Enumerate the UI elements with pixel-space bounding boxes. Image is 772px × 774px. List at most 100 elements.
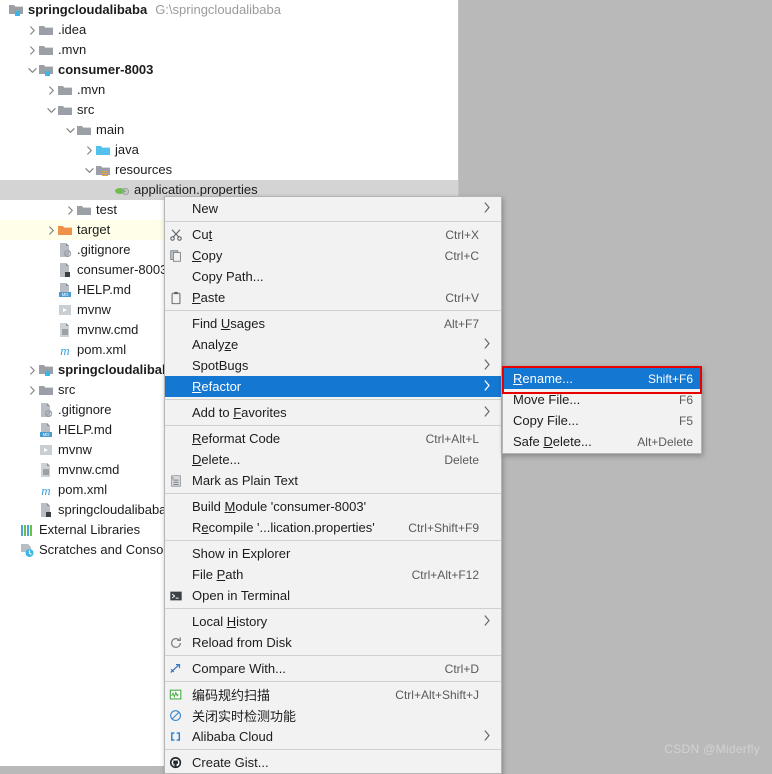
menu-item[interactable]: Recompile '...lication.properties' Ctrl+S… <box>165 517 501 538</box>
menu-item[interactable]: Paste Ctrl+V <box>165 287 501 308</box>
tree-expand-arrow[interactable] <box>46 100 57 120</box>
menu-item[interactable]: Reload from Disk <box>165 632 501 653</box>
chevron-right-icon <box>479 614 495 629</box>
menu-item[interactable]: Alibaba Cloud <box>165 726 501 747</box>
properties-file-icon <box>114 182 130 198</box>
menu-item[interactable]: New <box>165 198 501 219</box>
tree-expand-arrow[interactable] <box>27 360 38 380</box>
menu-item[interactable]: Refactor <box>165 376 501 397</box>
submenu-item[interactable]: Rename... Shift+F6 <box>503 368 701 389</box>
menu-item-label: New <box>192 201 219 216</box>
submenu-item[interactable]: Copy File... F5 <box>503 410 701 431</box>
tree-item[interactable]: resources <box>0 160 458 180</box>
tree-expand-arrow[interactable] <box>27 380 38 400</box>
no-icon <box>165 313 187 334</box>
tree-expand-arrow[interactable] <box>84 140 95 160</box>
tree-root-row[interactable]: springcloudalibaba G:\springcloudalibaba <box>0 0 458 20</box>
menu-item[interactable]: Find Usages Alt+F7 <box>165 313 501 334</box>
menu-item-shortcut: Alt+F7 <box>443 316 479 331</box>
tree-arrow-spacer <box>8 540 19 560</box>
tree-item-label: HELP.md <box>58 422 112 437</box>
tree-item[interactable]: src <box>0 100 458 120</box>
menu-item[interactable]: SpotBugs <box>165 355 501 376</box>
tree-item-label: resources <box>115 162 173 177</box>
tree-expand-arrow[interactable] <box>27 60 38 80</box>
tree-item-label: Scratches and Consoles <box>39 542 180 557</box>
module-folder-icon <box>8 2 24 18</box>
watermark: CSDN @Miderfly <box>664 742 760 756</box>
tree-arrow-spacer <box>27 460 38 480</box>
menu-item[interactable]: Create Gist... <box>165 752 501 773</box>
tree-item-label: mvnw.cmd <box>77 322 139 337</box>
menu-item[interactable]: Delete... Delete <box>165 449 501 470</box>
disable-icon <box>165 705 187 726</box>
refactor-submenu[interactable]: Rename... Shift+F6 Move File... F6 Copy File… <box>502 366 702 454</box>
context-menu[interactable]: New Cut Ctrl+X Copy Ctrl+C Copy Path... Paste C… <box>164 196 502 774</box>
submenu-item-shortcut: F6 <box>678 392 693 407</box>
tree-expand-arrow[interactable] <box>46 220 57 240</box>
submenu-item-shortcut: Alt+Delete <box>637 434 693 449</box>
menu-item-shortcut: Ctrl+V <box>445 290 479 305</box>
menu-item[interactable]: Reformat Code Ctrl+Alt+L <box>165 428 501 449</box>
chevron-right-icon <box>479 729 495 744</box>
tree-arrow-spacer <box>46 280 57 300</box>
menu-item[interactable]: Copy Ctrl+C <box>165 245 501 266</box>
menu-item[interactable]: x Mark as Plain Text <box>165 470 501 491</box>
svg-text:m: m <box>41 483 50 498</box>
menu-item-label: Find Usages <box>192 316 265 331</box>
submenu-item-shortcut: F5 <box>678 413 693 428</box>
tree-expand-arrow[interactable] <box>84 160 95 180</box>
module-folder-icon <box>38 362 54 378</box>
tree-item[interactable]: main <box>0 120 458 140</box>
menu-item-label: SpotBugs <box>192 358 249 373</box>
menu-item[interactable]: Show in Explorer <box>165 543 501 564</box>
svg-text:MD: MD <box>62 292 69 297</box>
menu-item[interactable]: Build Module 'consumer-8003' <box>165 496 501 517</box>
tree-arrow-spacer <box>8 520 19 540</box>
menu-item-label: Compare With... <box>192 661 286 676</box>
submenu-item[interactable]: Safe Delete... Alt+Delete <box>503 431 701 452</box>
menu-item-label: Copy <box>192 248 223 263</box>
menu-item-shortcut: Ctrl+Alt+L <box>425 431 479 446</box>
tree-expand-arrow[interactable] <box>46 80 57 100</box>
folder-icon <box>57 82 73 98</box>
tree-item-label: pom.xml <box>58 482 108 497</box>
menu-item[interactable]: Open in Terminal <box>165 585 501 606</box>
menu-item[interactable]: Local History <box>165 611 501 632</box>
tree-item[interactable]: java <box>0 140 458 160</box>
menu-item[interactable]: 关闭实时检测功能 <box>165 705 501 726</box>
tree-item-label: mvnw <box>58 442 92 457</box>
menu-item-shortcut: Ctrl+C <box>444 248 479 263</box>
tree-arrow-spacer <box>46 340 57 360</box>
tree-item[interactable]: .mvn <box>0 40 458 60</box>
tree-expand-arrow[interactable] <box>65 200 76 220</box>
plain-text-icon: x <box>165 470 187 491</box>
menu-item[interactable]: Compare With... Ctrl+D <box>165 658 501 679</box>
tree-item[interactable]: .idea <box>0 20 458 40</box>
menu-item[interactable]: Add to Favorites <box>165 402 501 423</box>
menu-item-label: Build Module 'consumer-8003' <box>192 499 367 514</box>
tree-arrow-spacer <box>27 440 38 460</box>
menu-item-label: Paste <box>192 290 226 305</box>
tree-arrow-spacer <box>27 500 38 520</box>
menu-separator <box>165 655 501 656</box>
menu-item[interactable]: Analyze <box>165 334 501 355</box>
tree-item[interactable]: .mvn <box>0 80 458 100</box>
iml-file-icon <box>38 502 54 518</box>
menu-item[interactable]: File Path Ctrl+Alt+F12 <box>165 564 501 585</box>
tree-expand-arrow[interactable] <box>27 20 38 40</box>
submenu-item[interactable]: Move File... F6 <box>503 389 701 410</box>
tree-item[interactable]: consumer-8003 <box>0 60 458 80</box>
menu-item[interactable]: 编码规约扫描 Ctrl+Alt+Shift+J <box>165 684 501 705</box>
module-folder-icon <box>38 62 54 78</box>
menu-item-label: Reload from Disk <box>192 635 292 650</box>
menu-item[interactable]: Copy Path... <box>165 266 501 287</box>
menu-item[interactable]: Cut Ctrl+X <box>165 224 501 245</box>
code-scan-icon <box>165 684 187 705</box>
copy-icon <box>165 245 187 266</box>
menu-item-label: Open in Terminal <box>192 588 291 603</box>
tree-expand-arrow[interactable] <box>65 120 76 140</box>
alibaba-cloud-icon <box>165 726 187 747</box>
tree-item-label: External Libraries <box>39 522 141 537</box>
tree-expand-arrow[interactable] <box>27 40 38 60</box>
